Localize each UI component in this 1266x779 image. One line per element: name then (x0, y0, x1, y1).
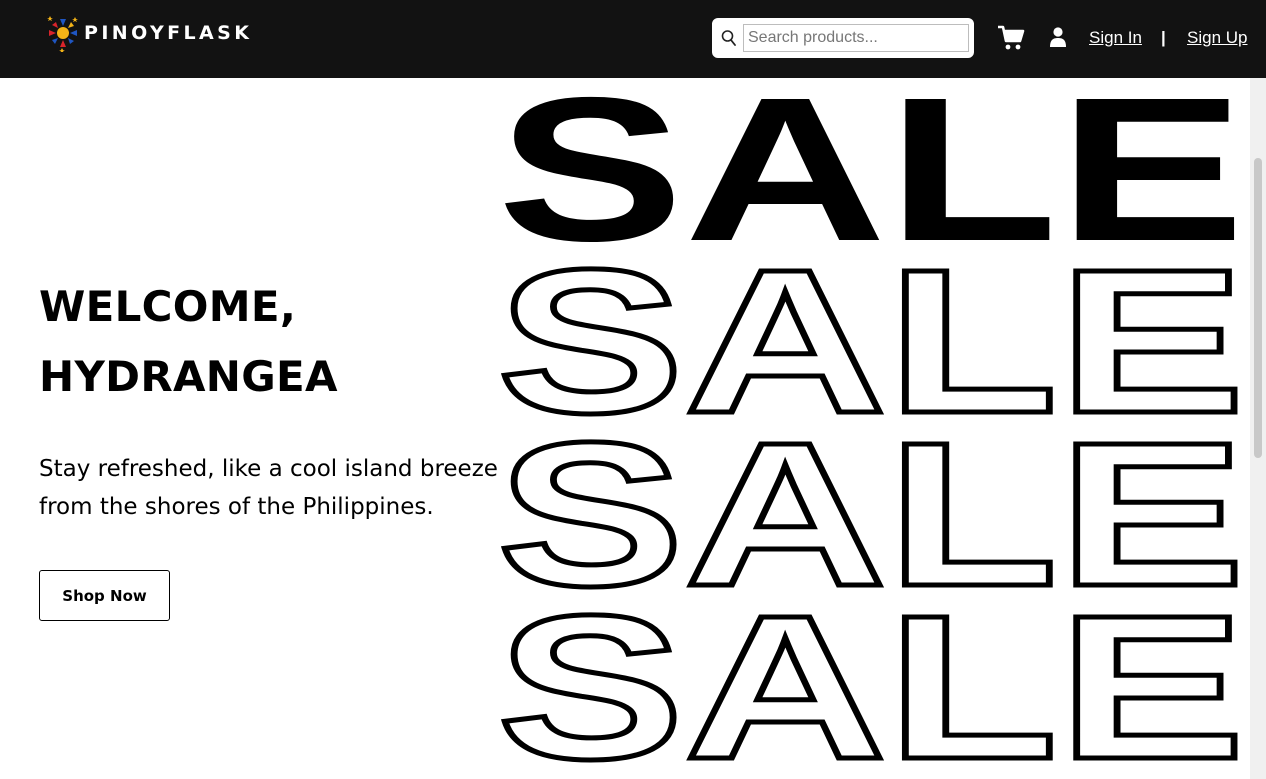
cart-icon[interactable] (997, 24, 1025, 52)
logo-sun-icon (47, 16, 78, 52)
nav-separator: | (1161, 28, 1166, 47)
logo[interactable]: PINOYFLASK (46, 14, 252, 52)
sale-text-outline-3: SALE (497, 573, 1245, 779)
sign-in-link[interactable]: Sign In (1089, 28, 1142, 48)
sale-banner-image: SALE SALE SALE SALE (495, 78, 1248, 779)
logo-text: PINOYFLASK (84, 22, 253, 44)
scrollbar-thumb[interactable] (1254, 158, 1262, 458)
search-box (712, 18, 974, 58)
navbar: PINOYFLASK Sign In | Sign Up (0, 0, 1266, 78)
search-icon[interactable] (721, 29, 737, 47)
shop-now-button[interactable]: Shop Now (39, 570, 170, 621)
user-icon[interactable] (1049, 27, 1067, 47)
welcome-heading: WELCOME, HYDRANGEA (39, 282, 338, 401)
scrollbar[interactable] (1250, 78, 1266, 779)
hero-tagline: Stay refreshed, like a cool island breez… (39, 456, 498, 520)
sign-up-link[interactable]: Sign Up (1187, 28, 1247, 48)
search-input[interactable] (743, 24, 969, 52)
